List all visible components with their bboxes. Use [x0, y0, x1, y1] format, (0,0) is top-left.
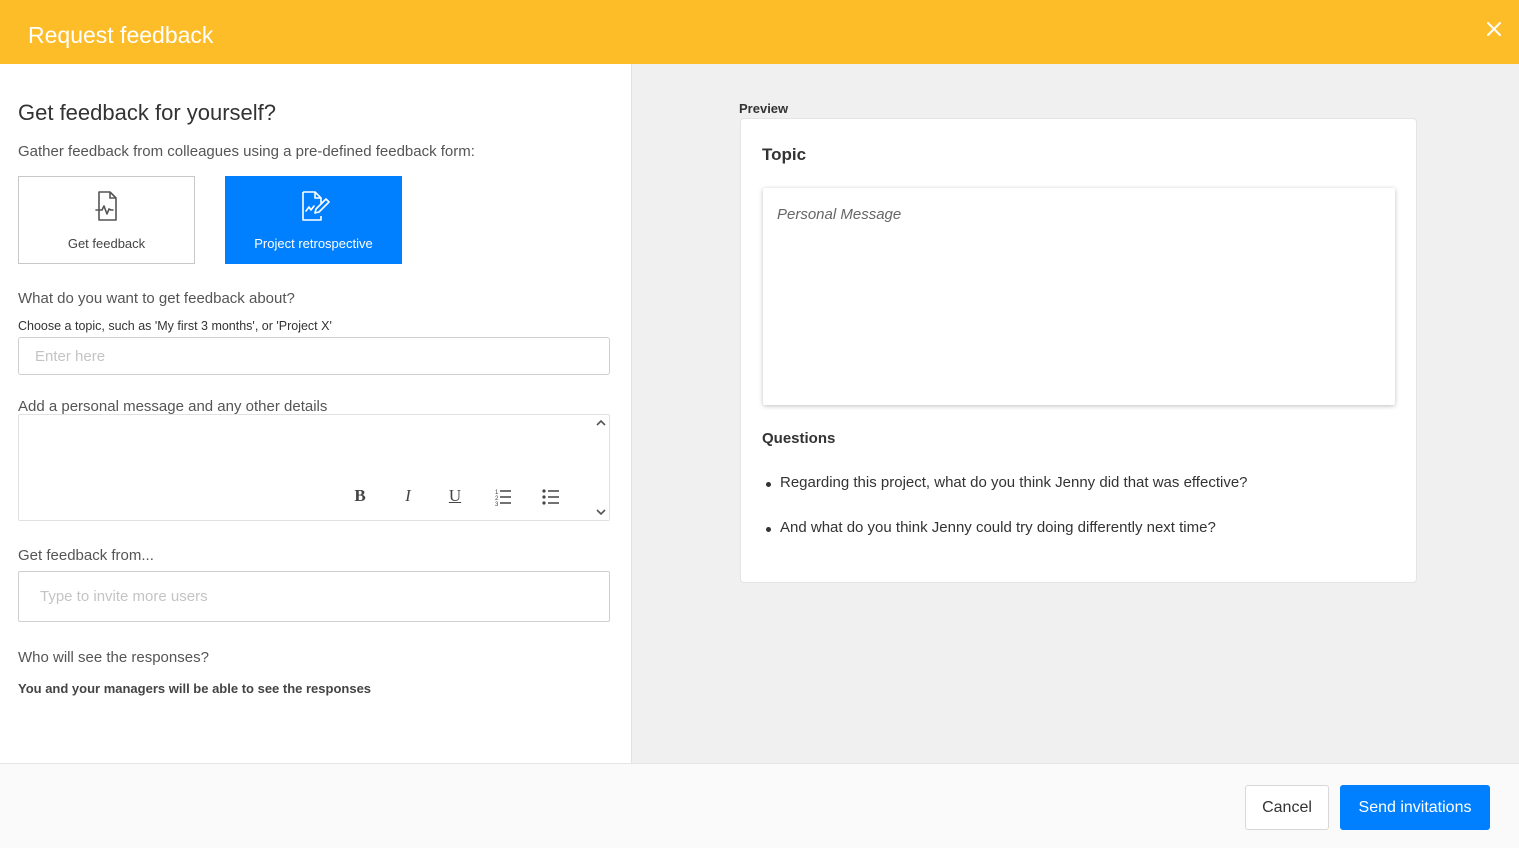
bullet-icon: [766, 527, 771, 532]
ordered-list-icon[interactable]: 1 2 3: [491, 485, 515, 507]
topic-input[interactable]: [18, 337, 610, 375]
send-invitations-button[interactable]: Send invitations: [1340, 785, 1490, 830]
question-text: And what do you think Jenny could try do…: [780, 519, 1216, 536]
scroll-up-icon[interactable]: [595, 417, 607, 429]
question-text: Regarding this project, what do you thin…: [780, 474, 1248, 491]
modal-footer: Cancel Send invitations: [0, 763, 1519, 848]
preview-message-box: Personal Message: [763, 188, 1395, 405]
preview-label: Preview: [739, 101, 789, 116]
type-card-get-feedback[interactable]: Get feedback: [18, 176, 195, 264]
document-edit-icon: [301, 191, 330, 221]
modal-header: Request feedback: [0, 0, 1519, 64]
preview-message-placeholder: Personal Message: [777, 206, 902, 223]
bold-button[interactable]: B: [348, 485, 372, 507]
preview-card: Topic Personal Message Questions Regardi…: [740, 118, 1417, 583]
type-card-label: Get feedback: [67, 236, 146, 251]
cancel-button[interactable]: Cancel: [1245, 785, 1329, 830]
visibility-label: Who will see the responses?: [18, 649, 209, 666]
close-icon[interactable]: [1485, 20, 1503, 38]
underline-button[interactable]: U: [443, 485, 467, 507]
preview-panel: Preview Topic Personal Message Questions…: [631, 64, 1519, 763]
preview-topic: Topic: [762, 145, 807, 164]
invite-users-input[interactable]: [18, 571, 610, 622]
message-label: Add a personal message and any other det…: [18, 398, 328, 415]
svg-text:3: 3: [495, 502, 499, 507]
preview-questions-heading: Questions: [762, 430, 836, 447]
scroll-down-icon[interactable]: [595, 506, 607, 518]
bullet-icon: [766, 482, 771, 487]
message-editor[interactable]: B I U 1 2 3: [18, 414, 610, 521]
italic-button[interactable]: I: [396, 485, 420, 507]
type-card-project-retrospective[interactable]: Project retrospective: [225, 176, 402, 264]
type-card-label: Project retrospective: [254, 236, 373, 251]
document-pulse-icon: [94, 191, 117, 221]
form-panel: Get feedback for yourself? Gather feedba…: [0, 64, 631, 763]
topic-label: What do you want to get feedback about?: [18, 290, 295, 307]
form-heading: Get feedback for yourself?: [18, 100, 277, 125]
visibility-text: You and your managers will be able to se…: [18, 681, 372, 696]
modal-title: Request feedback: [28, 22, 214, 48]
form-subheading: Gather feedback from colleagues using a …: [18, 143, 475, 160]
recipients-label: Get feedback from...: [18, 547, 154, 564]
bullet-list-icon[interactable]: [539, 485, 563, 507]
topic-hint: Choose a topic, such as 'My first 3 mont…: [18, 319, 332, 333]
